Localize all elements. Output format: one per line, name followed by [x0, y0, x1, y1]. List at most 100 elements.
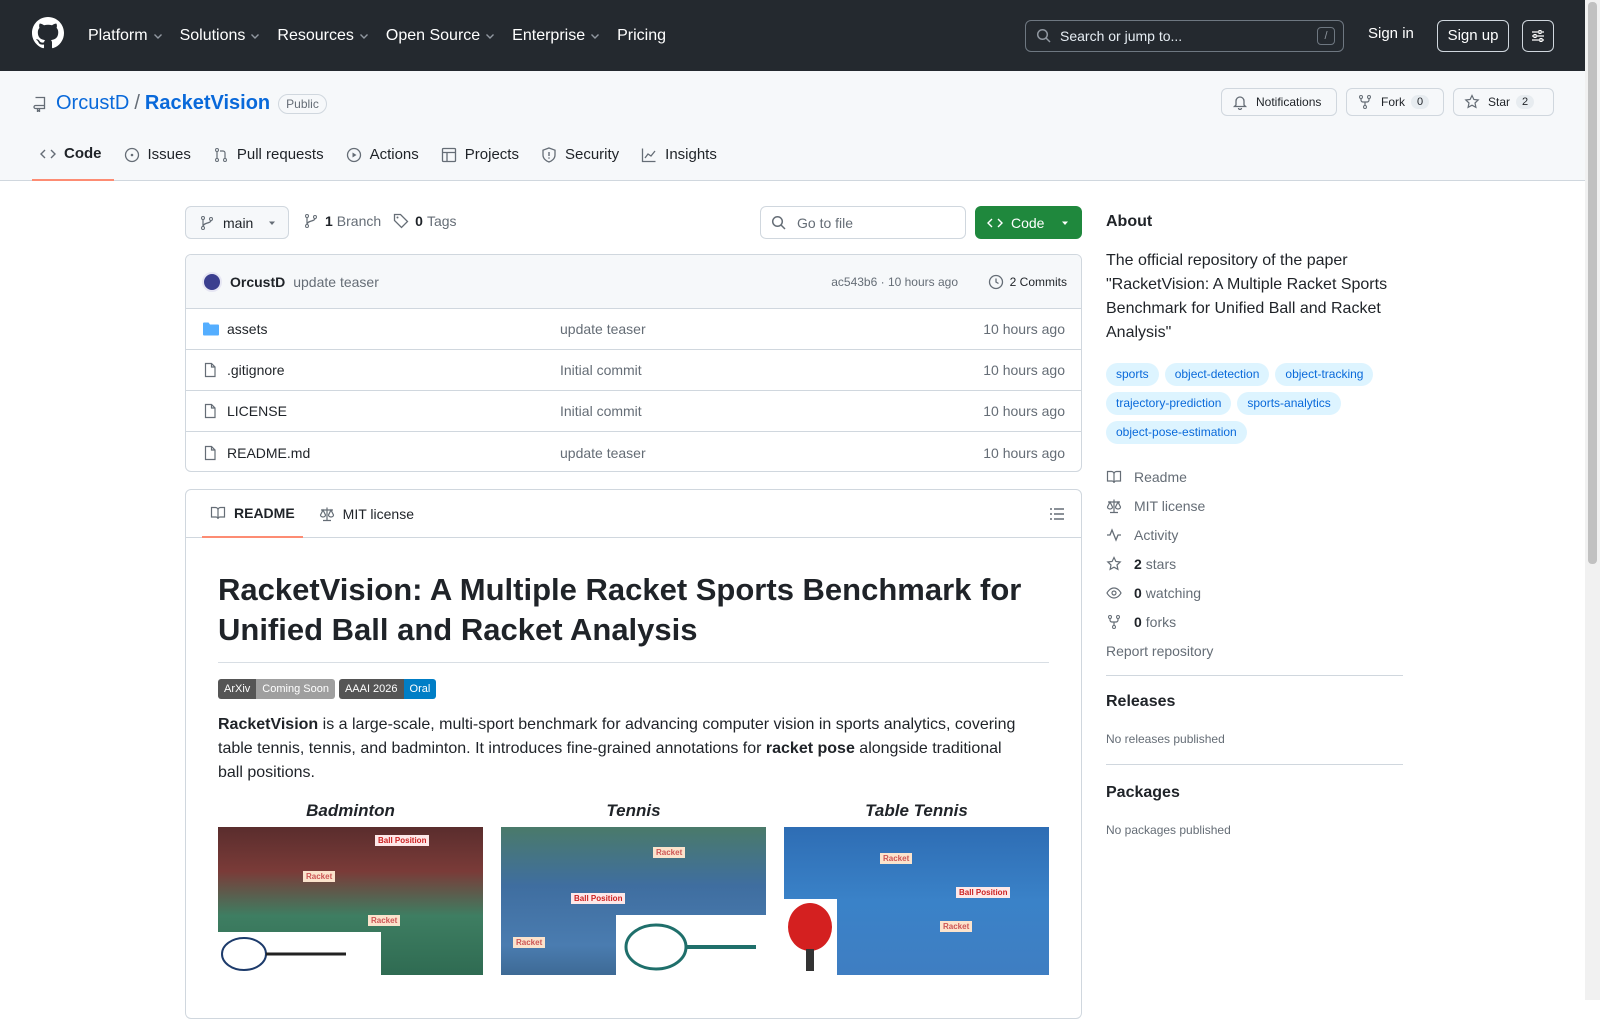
nav-platform[interactable]: Platform	[88, 27, 164, 45]
strong-text: racket pose	[765, 740, 855, 757]
packages-heading[interactable]: Packages	[1106, 784, 1180, 802]
tab-label: Insights	[665, 146, 717, 163]
strong-text: RacketVision	[218, 716, 319, 733]
file-name[interactable]: assets	[227, 321, 267, 337]
releases-heading[interactable]: Releases	[1106, 693, 1175, 711]
star-count: 2	[1516, 95, 1535, 109]
star-button[interactable]: Star 2	[1453, 88, 1554, 116]
tag-label[interactable]: Tags	[427, 213, 457, 229]
arxiv-badge[interactable]: ArXiv Coming Soon	[218, 679, 335, 699]
file-name[interactable]: README.md	[227, 445, 310, 461]
topic-tag[interactable]: sports-analytics	[1237, 392, 1341, 415]
tab-security[interactable]: Security	[533, 140, 631, 181]
topic-tag[interactable]: trajectory-prediction	[1106, 392, 1232, 415]
report-repository-link[interactable]: Report repository	[1106, 636, 1213, 665]
chevron-down-icon	[359, 33, 368, 39]
repo-separator: /	[134, 92, 140, 114]
search-input[interactable]: Search or jump to... /	[1025, 20, 1344, 52]
repo-tabs: Code Issues Pull requests Actions Projec…	[32, 140, 731, 181]
topic-tag[interactable]: object-pose-estimation	[1106, 421, 1247, 444]
nav-open-source[interactable]: Open Source	[386, 27, 496, 45]
tab-actions[interactable]: Actions	[338, 140, 431, 181]
search-placeholder: Search or jump to...	[1060, 28, 1183, 44]
github-logo-icon[interactable]	[32, 17, 64, 49]
link-label: Readme	[1134, 468, 1187, 485]
fork-button[interactable]: Fork 0	[1346, 88, 1444, 116]
repo-name-link[interactable]: RacketVision	[145, 92, 270, 115]
branch-selector[interactable]: main	[185, 206, 289, 239]
file-commit-message[interactable]: Initial commit	[560, 362, 642, 378]
watching-link[interactable]: 0 watching	[1106, 578, 1213, 607]
tab-projects[interactable]: Projects	[433, 140, 531, 181]
tab-label: Code	[64, 145, 102, 162]
sign-up-button[interactable]: Sign up	[1437, 20, 1509, 52]
file-row[interactable]: README.md update teaser 10 hours ago	[186, 432, 1081, 471]
readme-link[interactable]: Readme	[1106, 462, 1213, 491]
tab-insights[interactable]: Insights	[633, 140, 729, 181]
sidebar-divider	[1106, 764, 1403, 765]
settings-menu-button[interactable]	[1522, 20, 1554, 52]
tab-code[interactable]: Code	[32, 140, 114, 181]
license-link[interactable]: MIT license	[1106, 491, 1213, 520]
latest-commit-bar: OrcustD update teaser ac543b6 · 10 hours…	[186, 255, 1081, 309]
file-commit-message[interactable]: update teaser	[560, 321, 646, 337]
file-name[interactable]: .gitignore	[227, 362, 285, 378]
file-time: 10 hours ago	[983, 403, 1065, 419]
badge-left: ArXiv	[218, 679, 257, 699]
about-description: The official repository of the paper "Ra…	[1106, 252, 1388, 341]
topic-tag[interactable]: object-detection	[1164, 363, 1270, 386]
branch-name: main	[223, 214, 254, 231]
tab-readme[interactable]: README	[202, 490, 303, 538]
sign-in-link[interactable]: Sign in	[1368, 25, 1414, 42]
graph-icon	[642, 148, 656, 162]
stars-link[interactable]: 2 stars	[1106, 549, 1213, 578]
forks-link[interactable]: 0 forks	[1106, 607, 1213, 636]
racket-drawing	[624, 923, 756, 971]
nav-solutions[interactable]: Solutions	[180, 27, 262, 45]
link-label: stars	[1145, 555, 1177, 572]
tab-pull-requests[interactable]: Pull requests	[205, 140, 336, 181]
aaai-badge[interactable]: AAAI 2026 Oral	[338, 679, 437, 699]
file-commit-message[interactable]: update teaser	[560, 445, 646, 461]
notifications-button[interactable]: Notifications	[1221, 88, 1337, 116]
scrollbar-thumb[interactable]	[1588, 2, 1597, 564]
tag-count[interactable]: 0	[415, 213, 423, 229]
book-icon	[210, 506, 226, 519]
search-shortcut: /	[1317, 27, 1335, 45]
topic-tag[interactable]: sports	[1106, 363, 1159, 386]
file-name[interactable]: LICENSE	[227, 403, 287, 419]
star-icon	[1106, 555, 1122, 570]
activity-link[interactable]: Activity	[1106, 520, 1213, 549]
commit-author[interactable]: OrcustD	[230, 274, 285, 290]
nav-resources[interactable]: Resources	[277, 27, 369, 45]
link-label: MIT license	[1134, 497, 1206, 514]
outline-list-icon[interactable]	[1049, 506, 1065, 522]
file-commit-message[interactable]: Initial commit	[560, 403, 642, 419]
tab-issues[interactable]: Issues	[116, 140, 203, 181]
topic-list: sports object-detection object-tracking …	[1106, 363, 1406, 444]
code-dropdown-button[interactable]: Code	[975, 206, 1082, 239]
branch-label[interactable]: Branch	[337, 213, 381, 229]
readme-tabs: README MIT license	[186, 490, 1081, 538]
go-to-file-input[interactable]: Go to file	[760, 206, 966, 239]
watching-count: 0	[1134, 584, 1142, 601]
file-time: 10 hours ago	[983, 444, 1065, 461]
nav-enterprise[interactable]: Enterprise	[512, 27, 601, 45]
badge-right: Oral	[403, 679, 437, 699]
file-row[interactable]: LICENSE Initial commit 10 hours ago	[186, 391, 1081, 432]
avatar[interactable]	[202, 271, 222, 292]
racket-label: Racket	[653, 847, 686, 858]
branch-count[interactable]: 1	[325, 213, 333, 229]
commit-hash-time[interactable]: ac543b6 · 10 hours ago	[831, 275, 958, 289]
code-icon	[987, 218, 1003, 227]
repo-owner-link[interactable]: OrcustD	[56, 92, 129, 115]
commit-message[interactable]: update teaser	[293, 274, 379, 290]
tab-license[interactable]: MIT license	[311, 490, 422, 538]
play-icon	[346, 147, 361, 162]
file-row[interactable]: .gitignore Initial commit 10 hours ago	[186, 350, 1081, 391]
commits-link[interactable]: 2 Commits	[988, 274, 1067, 290]
nav-pricing[interactable]: Pricing	[617, 27, 666, 45]
topic-tag[interactable]: object-tracking	[1275, 363, 1374, 386]
nav-label: Pricing	[617, 26, 666, 44]
file-row[interactable]: assets update teaser 10 hours ago	[186, 309, 1081, 350]
